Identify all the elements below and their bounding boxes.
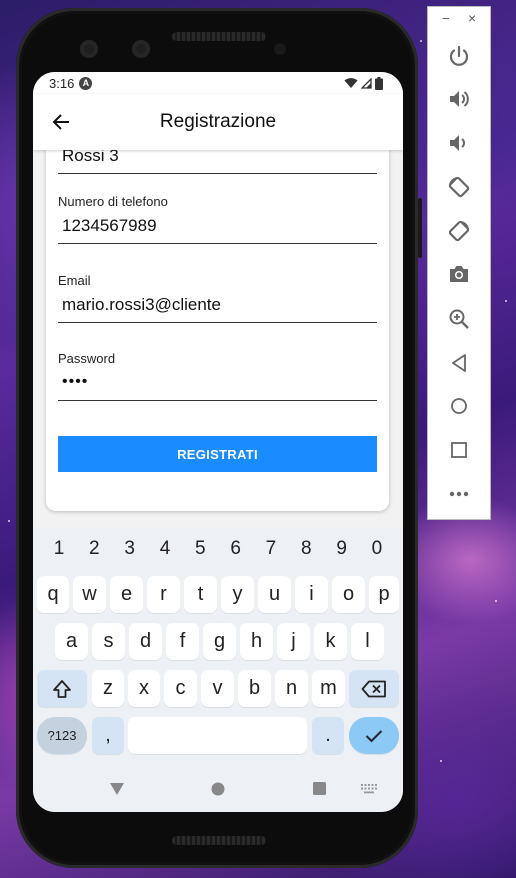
phone-screen: 3:16 A Registrazione Rossi 3 Numero di t… (33, 72, 403, 812)
wifi-icon (344, 78, 358, 88)
key-l[interactable]: l (351, 623, 384, 660)
soft-keyboard: 1 2 3 4 5 6 7 8 9 0 q w e r t y u i o p (33, 528, 403, 812)
back-nav-icon[interactable] (450, 353, 468, 373)
back-button[interactable] (47, 108, 75, 136)
spacebar-key[interactable] (128, 717, 307, 754)
key-y[interactable]: y (221, 576, 254, 613)
key-9[interactable]: 9 (330, 538, 354, 564)
key-u[interactable]: u (258, 576, 291, 613)
key-3[interactable]: 3 (118, 538, 142, 564)
number-row: 1 2 3 4 5 6 7 8 9 0 (33, 538, 403, 564)
key-f[interactable]: f (166, 623, 199, 660)
nav-recents-icon[interactable] (313, 782, 326, 795)
key-n[interactable]: n (275, 670, 308, 707)
key-p[interactable]: p (369, 576, 399, 613)
shift-key[interactable] (37, 670, 87, 707)
phone-label: Numero di telefono (58, 194, 168, 209)
key-g[interactable]: g (203, 623, 236, 660)
key-2[interactable]: 2 (82, 538, 106, 564)
password-input[interactable]: •••• (58, 367, 377, 401)
page-title: Registrazione (159, 111, 277, 132)
navigation-bar (33, 774, 403, 812)
camera-icon[interactable] (448, 264, 470, 284)
phone-input[interactable]: 1234567989 (58, 210, 377, 244)
key-w[interactable]: w (73, 576, 106, 613)
minimize-button[interactable]: − (442, 11, 450, 26)
battery-icon (375, 76, 383, 90)
key-6[interactable]: 6 (224, 538, 248, 564)
key-k[interactable]: k (314, 623, 347, 660)
overview-nav-icon[interactable] (450, 441, 468, 459)
key-a[interactable]: a (55, 623, 88, 660)
power-icon[interactable] (448, 45, 470, 67)
key-t[interactable]: t (184, 576, 217, 613)
email-input[interactable]: mario.rossi3@cliente (58, 289, 377, 323)
key-x[interactable]: x (128, 670, 160, 707)
key-4[interactable]: 4 (153, 538, 177, 564)
key-0[interactable]: 0 (365, 538, 389, 564)
key-o[interactable]: o (332, 576, 365, 613)
password-label: Password (58, 351, 116, 366)
key-e[interactable]: e (110, 576, 143, 613)
key-1[interactable]: 1 (47, 538, 71, 564)
shift-icon (53, 679, 71, 698)
zoom-icon[interactable] (448, 308, 470, 330)
keyboard-switch-icon[interactable] (361, 784, 377, 794)
key-d[interactable]: d (129, 623, 162, 660)
phone-field[interactable]: Numero di telefono 1234567989 (58, 194, 377, 244)
status-time: 3:16 (49, 75, 75, 91)
nav-back-icon[interactable] (109, 782, 125, 796)
comma-key[interactable]: , (92, 717, 124, 754)
password-field[interactable]: Password •••• (58, 351, 377, 401)
arrow-left-icon (52, 114, 69, 130)
status-bar: 3:16 A (33, 72, 403, 94)
key-z[interactable]: z (92, 670, 124, 707)
registration-content: Rossi 3 Numero di telefono 1234567989 Em… (33, 140, 403, 528)
volume-side-button[interactable] (418, 198, 422, 258)
rotate-left-icon[interactable] (447, 175, 471, 199)
volume-down-icon[interactable] (448, 132, 470, 154)
emulator-toolbar: − × (427, 6, 491, 520)
key-h[interactable]: h (240, 623, 273, 660)
email-field[interactable]: Email mario.rossi3@cliente (58, 273, 377, 323)
key-5[interactable]: 5 (188, 538, 212, 564)
check-icon (365, 729, 383, 742)
done-key[interactable] (349, 717, 399, 754)
symbols-key[interactable]: ?123 (37, 717, 87, 754)
rotate-right-icon[interactable] (447, 219, 471, 243)
key-j[interactable]: j (277, 623, 310, 660)
backspace-key[interactable] (349, 670, 399, 707)
home-nav-icon[interactable] (450, 397, 468, 415)
backspace-icon (361, 680, 386, 697)
registration-card: Rossi 3 Numero di telefono 1234567989 Em… (46, 140, 389, 511)
bottom-speaker (172, 836, 266, 845)
phone-device: 3:16 A Registrazione Rossi 3 Numero di t… (16, 8, 422, 868)
more-icon[interactable] (449, 491, 469, 497)
email-label: Email (58, 273, 91, 288)
key-b[interactable]: b (238, 670, 271, 707)
close-button[interactable]: × (468, 10, 476, 26)
key-r[interactable]: r (147, 576, 180, 613)
top-speaker (172, 32, 266, 41)
front-camera (80, 40, 98, 58)
key-v[interactable]: v (201, 670, 234, 707)
key-q[interactable]: q (37, 576, 69, 613)
volume-up-icon[interactable] (448, 88, 470, 110)
signal-icon (361, 77, 372, 89)
nav-home-icon[interactable] (211, 782, 225, 796)
front-sensor (132, 40, 150, 58)
app-bar: Registrazione (33, 94, 403, 150)
key-7[interactable]: 7 (259, 538, 283, 564)
key-s[interactable]: s (92, 623, 125, 660)
key-m[interactable]: m (312, 670, 345, 707)
key-i[interactable]: i (295, 576, 328, 613)
proximity-sensor (274, 43, 286, 55)
period-key[interactable]: . (312, 717, 344, 754)
key-c[interactable]: c (164, 670, 197, 707)
key-8[interactable]: 8 (294, 538, 318, 564)
register-button[interactable]: REGISTRATI (58, 436, 377, 472)
notification-icon: A (79, 76, 93, 90)
